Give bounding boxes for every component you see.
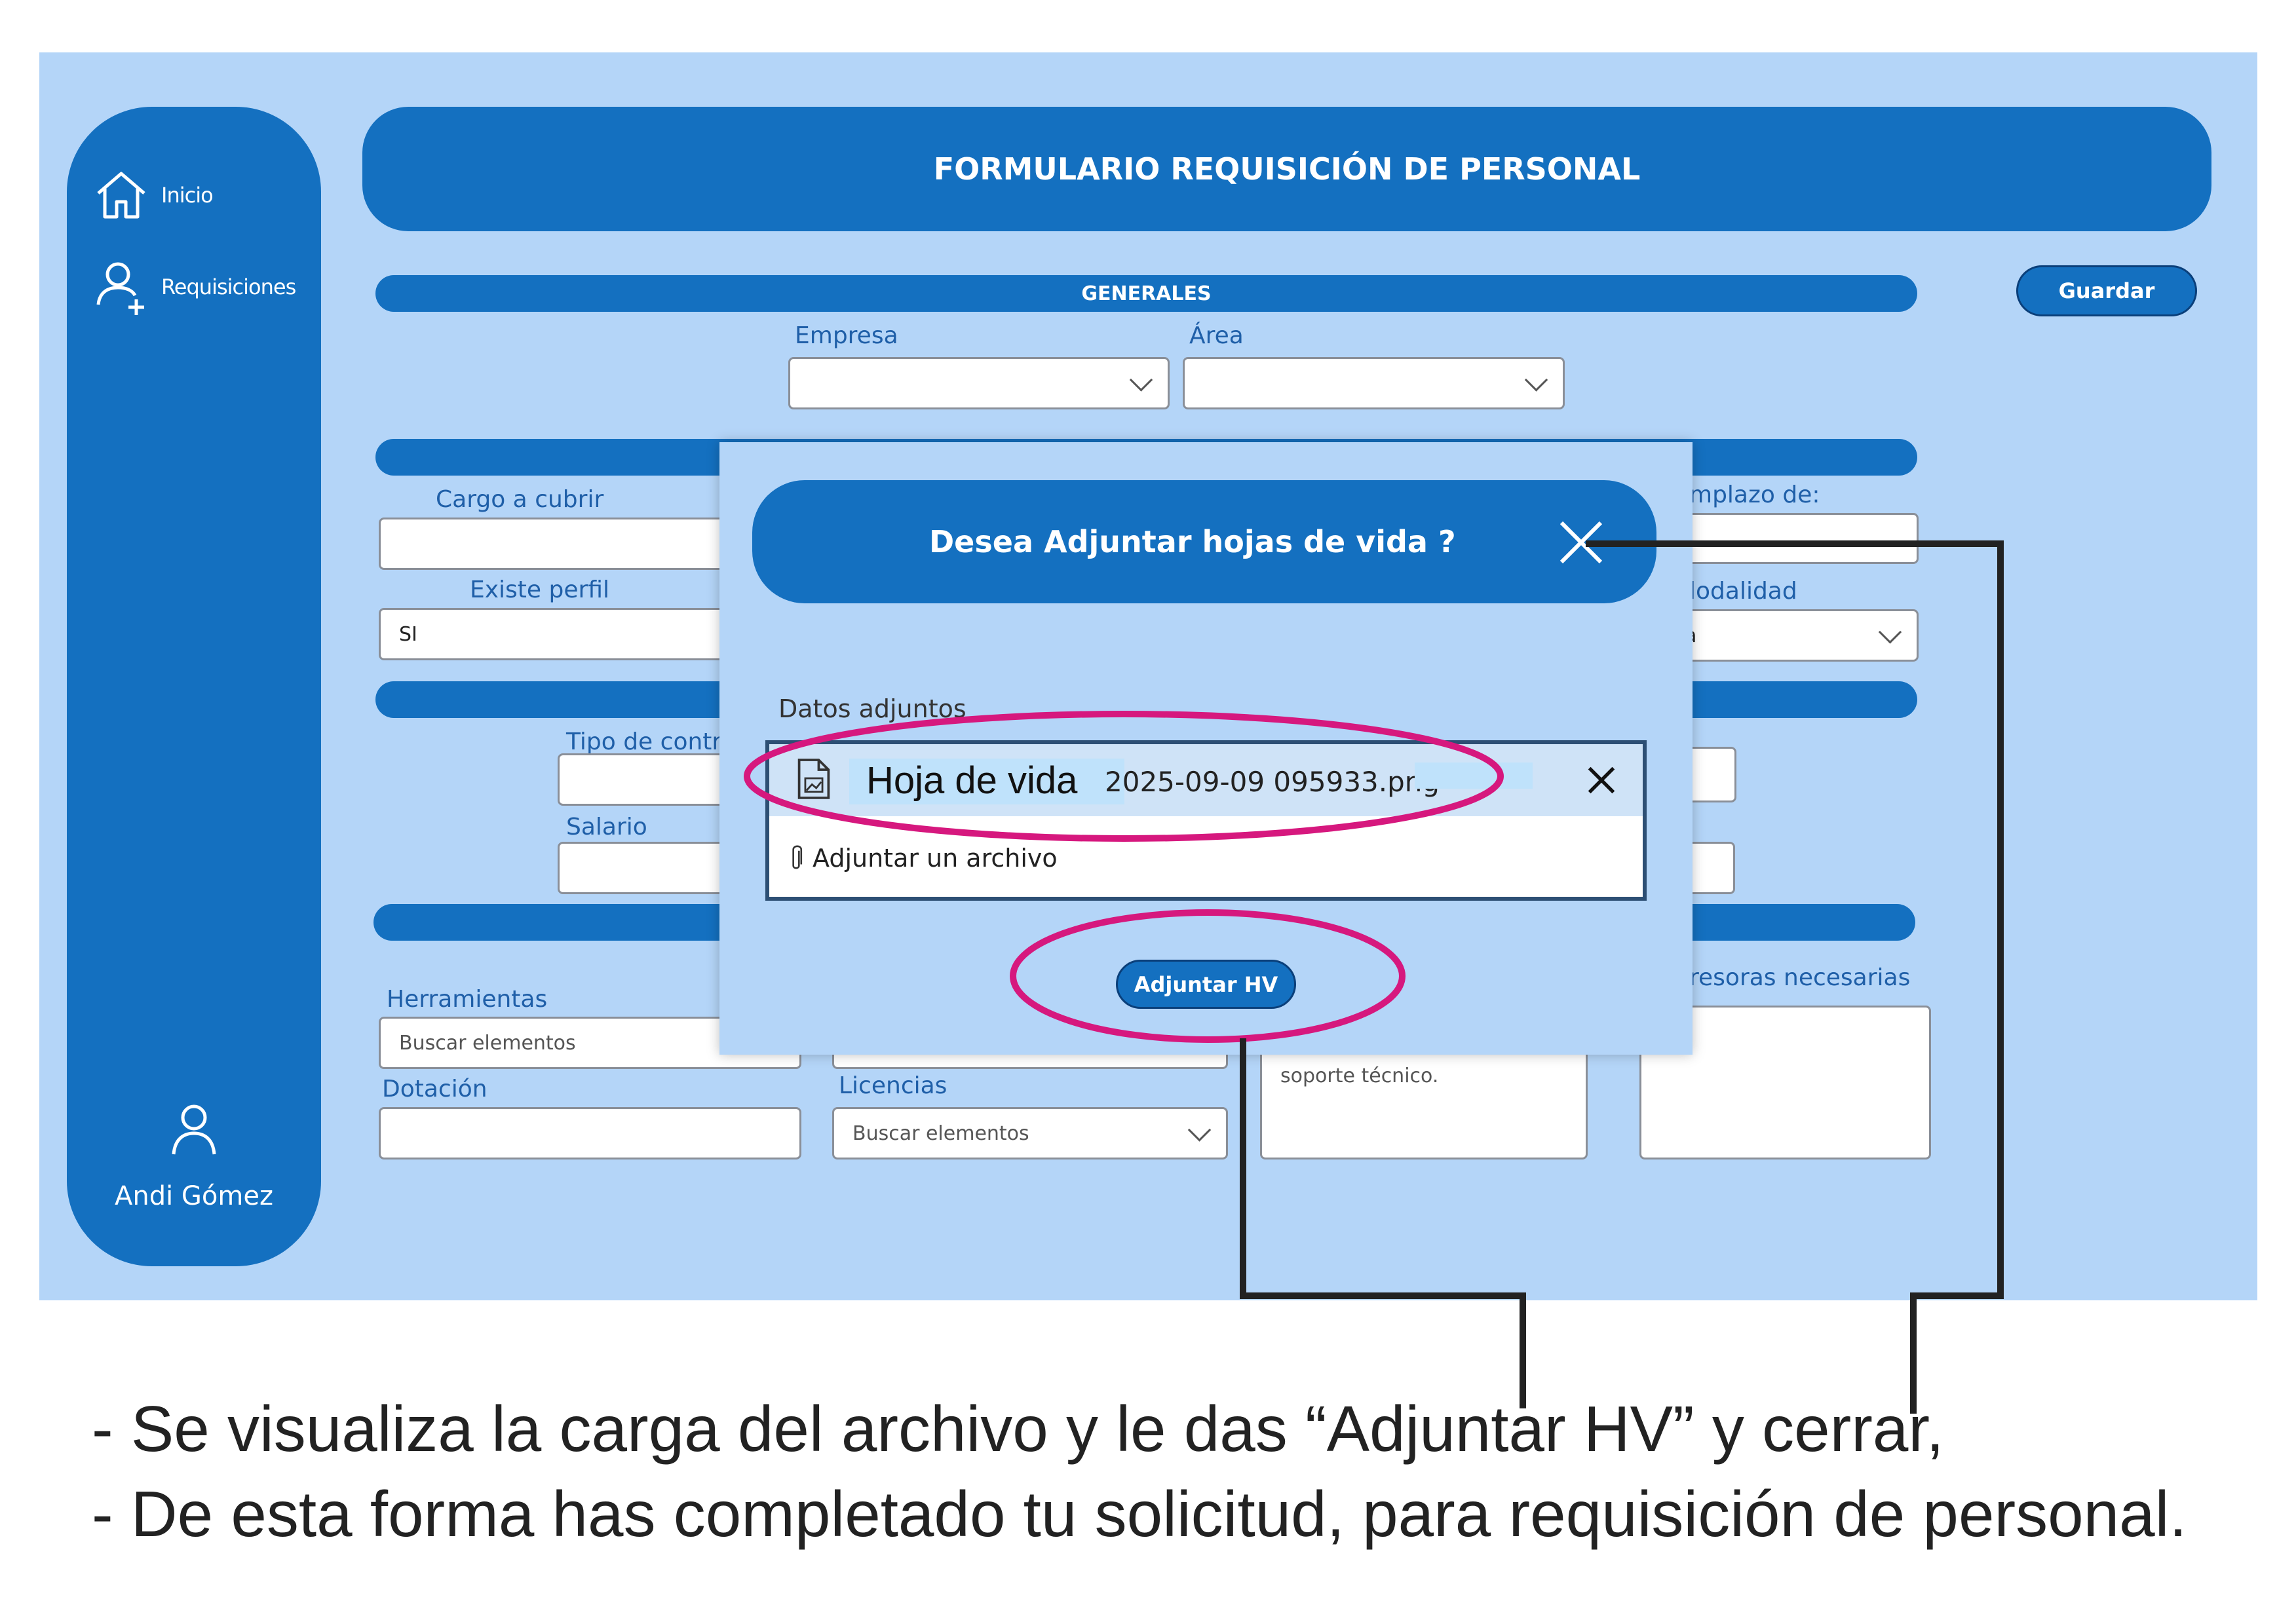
attachments-label: Datos adjuntos: [778, 694, 966, 723]
tipo-contrato-dropdown[interactable]: [558, 753, 728, 806]
caption-line-1: - Se visualiza la carga del archivo y le…: [92, 1393, 1944, 1465]
salario-label: Salario: [566, 814, 647, 840]
reemplazo-input[interactable]: [1664, 513, 1919, 564]
attachments-box: Hoja de vida 2025-09-09 095933.png Adjun…: [765, 740, 1647, 901]
sidebar-item-inicio[interactable]: Inicio: [92, 166, 214, 225]
modal-header: Desea Adjuntar hojas de vida ?: [752, 480, 1656, 603]
chevron-down-icon: [1129, 368, 1153, 392]
herramientas-label: Herramientas: [387, 986, 548, 1013]
salario-input[interactable]: [558, 842, 728, 894]
home-icon: [97, 172, 145, 219]
highlight-mark: [1415, 763, 1533, 789]
user-name: Andi Gómez: [115, 1181, 273, 1211]
cargo-label: Cargo a cubrir: [436, 486, 604, 513]
licencias-dropdown[interactable]: Buscar elementos: [832, 1107, 1228, 1159]
cargo-input[interactable]: [379, 518, 726, 570]
add-user-icon: [96, 262, 144, 315]
user-profile[interactable]: Andi Gómez: [67, 1099, 321, 1211]
file-name-part1: Hoja de vida: [866, 759, 1078, 802]
add-file-label: Adjuntar un archivo: [813, 844, 1058, 873]
sidebar-item-requisiciones[interactable]: Requisiciones: [92, 257, 296, 316]
area-label: Área: [1189, 322, 1244, 349]
empresa-label: Empresa: [795, 322, 898, 349]
image-file-icon: [797, 759, 830, 799]
user-icon: [172, 1104, 216, 1155]
chevron-down-icon: [1187, 1118, 1212, 1142]
licencias-label: Licencias: [839, 1072, 947, 1099]
attached-file-row[interactable]: Hoja de vida 2025-09-09 095933.png: [769, 744, 1643, 816]
attach-cv-modal: Desea Adjuntar hojas de vida ? Datos adj…: [719, 442, 1693, 1055]
sidebar: Inicio Requisiciones Andi Gómez: [67, 107, 321, 1266]
licencias-placeholder: Buscar elementos: [852, 1121, 1029, 1145]
section-header-generales: GENERALES: [375, 275, 1917, 312]
existe-perfil-dropdown[interactable]: SI: [379, 608, 726, 660]
save-button[interactable]: Guardar: [2016, 265, 2197, 316]
empresa-dropdown[interactable]: [788, 357, 1170, 409]
paperclip-icon: [792, 845, 803, 869]
attach-cv-button[interactable]: Adjuntar HV: [1116, 960, 1296, 1009]
dotacion-input[interactable]: [379, 1107, 801, 1159]
soporte-text: soporte técnico.: [1280, 1064, 1439, 1087]
close-icon[interactable]: [1552, 513, 1611, 572]
herramientas-placeholder: Buscar elementos: [399, 1031, 576, 1055]
file-name-part2: 2025-09-09 095933.png: [1105, 766, 1440, 798]
dotacion-label: Dotación: [382, 1076, 488, 1102]
chevron-down-icon: [1878, 620, 1902, 644]
add-file-link[interactable]: Adjuntar un archivo: [788, 842, 1058, 874]
impresoras-label: resoras necesarias: [1689, 964, 1911, 991]
modalidad-dropdown[interactable]: a: [1664, 609, 1919, 662]
modal-title: Desea Adjuntar hojas de vida ?: [929, 524, 1456, 559]
sidebar-item-label: Requisiciones: [161, 274, 296, 299]
tipo-contrato-label: Tipo de contr: [566, 728, 722, 755]
chevron-down-icon: [1524, 368, 1548, 392]
sidebar-item-label: Inicio: [161, 183, 214, 208]
remove-file-icon[interactable]: [1584, 763, 1619, 798]
area-dropdown[interactable]: [1183, 357, 1565, 409]
caption-line-2: - De esta forma has completado tu solici…: [92, 1478, 2187, 1550]
existe-perfil-value: SI: [399, 622, 417, 646]
reemplazo-label: mplazo de:: [1689, 481, 1820, 508]
page-title: FORMULARIO REQUISICIÓN DE PERSONAL: [362, 107, 2211, 231]
modalidad-label: lodalidad: [1689, 578, 1797, 605]
existe-perfil-label: Existe perfil: [470, 576, 609, 603]
